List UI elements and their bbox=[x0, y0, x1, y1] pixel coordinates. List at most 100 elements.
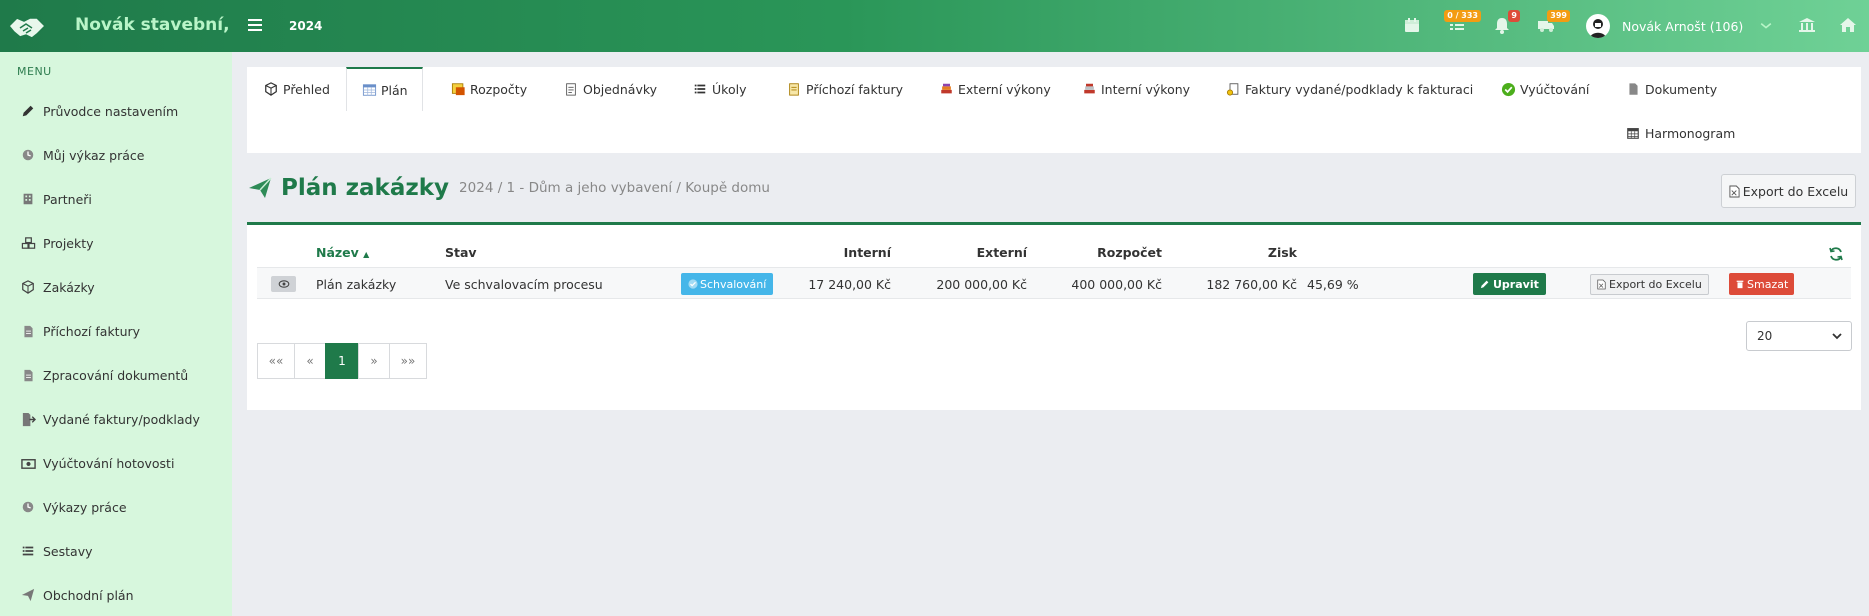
truck-icon[interactable]: 399 bbox=[1536, 10, 1570, 35]
sidebar-item-cash-settlement[interactable]: Vyúčtování hotovosti bbox=[20, 451, 174, 475]
sidebar-item-document-processing[interactable]: Zpracování dokumentů bbox=[20, 363, 188, 387]
page-title: Plán zakázky bbox=[281, 175, 450, 201]
tab-label: Externí výkony bbox=[958, 81, 1051, 97]
trash-icon bbox=[1736, 280, 1744, 289]
tab-label: Plán bbox=[381, 82, 408, 98]
table-icon bbox=[361, 82, 377, 98]
paper-plane-icon bbox=[20, 587, 36, 603]
edit-button[interactable]: Upravit bbox=[1473, 273, 1546, 295]
page-first-button[interactable]: «« bbox=[257, 343, 295, 379]
page-subtitle: 2024 / 1 - Dům a jeho vybavení / Koupě d… bbox=[459, 180, 770, 196]
clipboard-icon bbox=[563, 81, 579, 97]
sidebar-item-business-plan[interactable]: Obchodní plán bbox=[20, 583, 134, 607]
bell-icon[interactable]: 9 bbox=[1492, 10, 1520, 35]
sidebar-item-label: Sestavy bbox=[43, 543, 93, 559]
budget-icon bbox=[450, 81, 466, 97]
tab-label: Interní výkony bbox=[1101, 81, 1191, 97]
top-navbar: Novák stavební, 2024 0 / 333 9 399 Novák… bbox=[0, 0, 1869, 52]
chevron-down-icon[interactable] bbox=[1758, 18, 1778, 38]
tab-internal-works[interactable]: Interní výkony bbox=[1081, 67, 1190, 111]
tab-label: Přehled bbox=[283, 81, 330, 97]
tab-tasks[interactable]: Úkoly bbox=[692, 67, 746, 111]
column-header-internal[interactable]: Interní bbox=[801, 245, 891, 260]
tab-overview[interactable]: Přehled bbox=[263, 67, 330, 111]
pencil-icon bbox=[20, 103, 36, 119]
page-next-button[interactable]: » bbox=[358, 343, 390, 379]
tab-issued-invoices[interactable]: Faktury vydané/podklady k fakturaci bbox=[1225, 67, 1473, 111]
year-selector[interactable]: 2024 bbox=[289, 19, 322, 33]
books-icon bbox=[938, 81, 954, 97]
tab-incoming-invoices[interactable]: Příchozí faktury bbox=[786, 67, 903, 111]
sidebar-item-label: Vyúčtování hotovosti bbox=[43, 455, 175, 471]
tab-plan[interactable]: Plán bbox=[346, 67, 423, 111]
eye-icon bbox=[278, 280, 289, 288]
column-header-external[interactable]: Externí bbox=[937, 245, 1027, 260]
delete-button[interactable]: Smazat bbox=[1729, 273, 1795, 295]
sidebar-item-projects[interactable]: Projekty bbox=[20, 231, 94, 255]
refresh-icon[interactable] bbox=[1828, 246, 1844, 262]
sidebar-item-issued-invoices[interactable]: Vydané faktury/podklady bbox=[20, 407, 200, 431]
tab-documents[interactable]: Dokumenty bbox=[1625, 67, 1717, 111]
cell-internal: 17 240,00 Kč bbox=[808, 277, 891, 292]
sort-asc-icon: ▲ bbox=[363, 250, 370, 259]
brand-name[interactable]: Novák stavební, bbox=[75, 15, 230, 35]
list-icon bbox=[20, 543, 36, 559]
page-last-button[interactable]: »» bbox=[389, 343, 427, 379]
table-row: Plán zakázky Ve schvalovacím procesu Sch… bbox=[257, 267, 1851, 299]
tab-label: Úkoly bbox=[712, 81, 747, 97]
tab-schedule[interactable]: Harmonogram bbox=[1625, 111, 1735, 155]
cube-icon bbox=[263, 81, 279, 97]
tasks-badge: 0 / 333 bbox=[1444, 10, 1481, 22]
sidebar-item-reports[interactable]: Sestavy bbox=[20, 539, 93, 563]
column-header-status[interactable]: Stav bbox=[445, 245, 477, 260]
calendar-icon[interactable] bbox=[1402, 15, 1422, 35]
sidebar-item-label: Průvodce nastavením bbox=[43, 103, 179, 119]
page-size-select[interactable]: 20 bbox=[1746, 321, 1852, 351]
row-export-excel-button[interactable]: Export do Excelu bbox=[1590, 274, 1709, 295]
check-circle-icon bbox=[1500, 81, 1516, 97]
column-header-budget[interactable]: Rozpočet bbox=[1072, 245, 1162, 260]
sidebar-item-label: Zpracování dokumentů bbox=[43, 367, 189, 383]
calendar-icon bbox=[1625, 125, 1641, 141]
home-icon[interactable] bbox=[1838, 15, 1858, 35]
export-file-icon bbox=[20, 411, 36, 427]
hamburger-menu-icon[interactable] bbox=[244, 13, 268, 37]
user-name[interactable]: Novák Arnošt (106) bbox=[1622, 19, 1743, 34]
page-current-button[interactable]: 1 bbox=[325, 343, 359, 379]
sidebar-item-timesheets[interactable]: Výkazy práce bbox=[20, 495, 127, 519]
sidebar-item-label: Výkazy práce bbox=[43, 499, 127, 515]
tab-settlement[interactable]: Vyúčtování bbox=[1500, 67, 1589, 111]
export-excel-button[interactable]: Export do Excelu bbox=[1721, 174, 1856, 208]
messages-badge: 399 bbox=[1547, 10, 1570, 22]
sidebar-item-orders[interactable]: Zakázky bbox=[20, 275, 95, 299]
view-button[interactable] bbox=[271, 276, 296, 292]
tab-label: Dokumenty bbox=[1645, 81, 1718, 97]
sidebar-item-setup-wizard[interactable]: Průvodce nastavením bbox=[20, 99, 178, 123]
clock-icon bbox=[20, 499, 36, 515]
bank-icon[interactable] bbox=[1797, 15, 1817, 35]
file-icon bbox=[20, 367, 36, 383]
cubes-icon bbox=[20, 235, 36, 251]
tab-budgets[interactable]: Rozpočty bbox=[450, 67, 527, 111]
tab-external-works[interactable]: Externí výkony bbox=[938, 67, 1051, 111]
column-header-name[interactable]: Název ▲ bbox=[316, 245, 369, 260]
plan-table-panel: Název ▲ Stav Interní Externí Rozpočet Zi… bbox=[247, 222, 1861, 410]
books-icon bbox=[1081, 81, 1097, 97]
file-excel-icon bbox=[1597, 279, 1606, 290]
cell-external: 200 000,00 Kč bbox=[936, 277, 1027, 292]
tab-purchase-orders[interactable]: Objednávky bbox=[563, 67, 657, 111]
status-badge: Schvalování bbox=[681, 273, 774, 295]
tasks-icon[interactable]: 0 / 333 bbox=[1444, 10, 1481, 35]
file-icon bbox=[1625, 81, 1641, 97]
sidebar-item-label: Zakázky bbox=[43, 279, 95, 295]
sidebar-item-incoming-invoices[interactable]: Příchozí faktury bbox=[20, 319, 140, 343]
column-header-profit[interactable]: Zisk bbox=[1207, 245, 1297, 260]
sidebar-item-my-timesheet[interactable]: Můj výkaz práce bbox=[20, 143, 144, 167]
sidebar-item-partners[interactable]: Partneři bbox=[20, 187, 92, 211]
user-avatar[interactable] bbox=[1586, 14, 1610, 38]
page-prev-button[interactable]: « bbox=[294, 343, 326, 379]
handshake-logo-icon[interactable] bbox=[6, 6, 48, 46]
check-circle-icon bbox=[688, 279, 698, 289]
tab-label: Faktury vydané/podklady k fakturaci bbox=[1245, 81, 1474, 97]
sidebar-item-label: Obchodní plán bbox=[43, 587, 134, 603]
